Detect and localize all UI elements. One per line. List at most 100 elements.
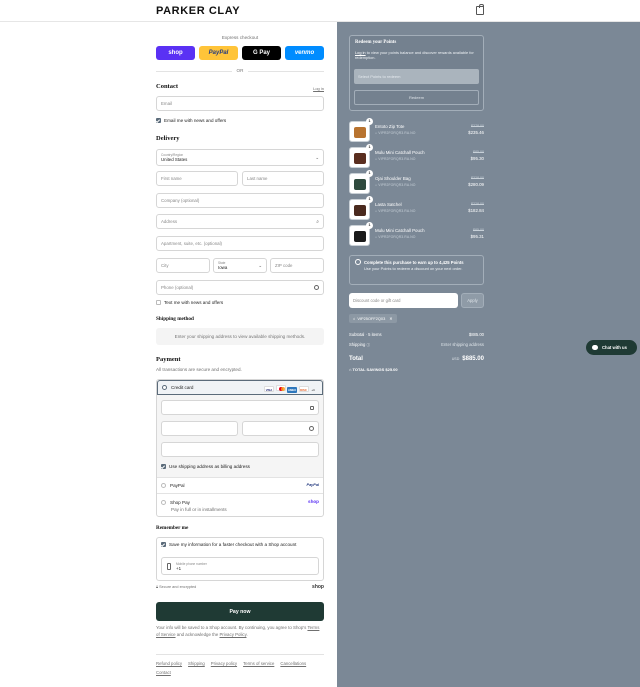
state-select[interactable]: State Iowa ⌄: [213, 258, 267, 273]
quantity-badge: 1: [366, 144, 373, 151]
shop-pay-button[interactable]: shop: [156, 46, 195, 60]
original-price: $328.00: [471, 176, 484, 180]
google-pay-button[interactable]: G Pay: [242, 46, 281, 60]
quantity-badge: 1: [366, 170, 373, 177]
chevron-down-icon: ⌄: [258, 263, 262, 268]
shop-pay-label: Shop Pay: [170, 500, 190, 505]
shop-pay-option[interactable]: Shop Pay Pay in full or in installments …: [157, 493, 323, 516]
checkbox-unchecked-icon[interactable]: [156, 300, 161, 306]
shop-pay-subtitle: Pay in full or in installments: [171, 507, 227, 512]
secure-label: Secure and encrypted: [159, 585, 197, 589]
points-title: Complete this purchase to earn up to 4,4…: [364, 260, 464, 265]
expiration-field[interactable]: [161, 421, 238, 436]
terms-line: Your info will be saved to a Shop accoun…: [156, 625, 307, 630]
remember-title: Remember me: [156, 525, 324, 531]
paypal-option[interactable]: PayPal PayPal: [157, 477, 323, 493]
or-separator: OR: [232, 68, 248, 73]
privacy-link[interactable]: Privacy Policy: [220, 632, 247, 637]
security-code-field[interactable]: [242, 421, 319, 436]
text-news-checkbox[interactable]: Text me with news and offers: [156, 300, 324, 306]
pay-now-button[interactable]: Pay now: [156, 602, 324, 621]
country-select[interactable]: Country/Region United States ⌄: [156, 149, 324, 166]
search-icon: ⌕: [316, 218, 319, 225]
email-news-label: Email me with news and offers: [164, 118, 227, 123]
city-field[interactable]: City: [156, 258, 210, 273]
credit-card-option[interactable]: Credit card VISA AMEX DISC +4: [157, 380, 323, 395]
email-field[interactable]: Email: [156, 96, 324, 111]
save-info-label: Save my information for a faster checkou…: [169, 542, 297, 547]
subtotal-row: Subtotal · 5 items $885.00: [349, 332, 484, 337]
points-icon: [355, 259, 361, 265]
original-price: $85.00: [473, 150, 484, 154]
card-number-field[interactable]: [161, 400, 319, 415]
terms-end: .: [246, 631, 248, 637]
first-name-field[interactable]: First name: [156, 171, 238, 186]
original-price: $85.00: [473, 228, 484, 232]
quantity-badge: 1: [366, 222, 373, 229]
shop-logo: shop: [312, 584, 324, 590]
discount-code-field[interactable]: Discount code or gift card: [349, 293, 458, 308]
tag-icon: ⌂: [375, 235, 378, 239]
payment-subtitle: All transactions are secure and encrypte…: [156, 367, 242, 372]
product-code-text: VIPR2FORQR3.RA.NO: [378, 183, 416, 187]
discounted-price: $280.09: [468, 182, 484, 187]
redeem-button[interactable]: Redeem: [354, 90, 479, 105]
contact-section: Contact Log in: [156, 83, 324, 91]
close-icon[interactable]: ✕: [389, 316, 392, 321]
remember-heading: Remember me: [156, 525, 189, 531]
tag-icon: ⌂: [375, 157, 378, 161]
product-image: [354, 179, 366, 190]
total-value: $885.00: [462, 356, 484, 362]
redeem-points-select[interactable]: Select Points to redeem: [354, 69, 479, 84]
lock-icon: [310, 405, 314, 410]
venmo-button[interactable]: venmo: [285, 46, 324, 60]
paypal-button[interactable]: PayPal: [199, 46, 238, 60]
chat-button[interactable]: Chat with us: [586, 340, 637, 355]
tag-icon: ⌂: [349, 367, 352, 372]
help-icon[interactable]: [314, 285, 319, 290]
radio-unselected-icon[interactable]: [161, 500, 166, 506]
cart-item: 1 Entoto Zip Tote ⌂ VIPR2FORQR3.RA.NO $2…: [349, 118, 484, 143]
credit-card-label: Credit card: [171, 385, 194, 390]
radio-selected-icon[interactable]: [162, 385, 167, 391]
email-news-checkbox[interactable]: Email me with news and offers: [156, 118, 324, 124]
brand-logo[interactable]: PARKER CLAY: [156, 5, 240, 17]
last-name-field[interactable]: Last name: [242, 171, 324, 186]
product-name: Lasta Satchel: [375, 202, 402, 207]
login-link[interactable]: Log in: [313, 86, 324, 91]
apartment-field[interactable]: Apartment, suite, etc. (optional): [156, 236, 324, 251]
cart-item: 1 Ojai Shoulder Bag ⌂ VIPR2FORQR3.RA.NO …: [349, 170, 484, 195]
checkbox-checked-icon[interactable]: [156, 118, 161, 124]
contact-link[interactable]: Contact: [156, 670, 171, 675]
delivery-title: Delivery: [156, 135, 324, 142]
chat-label: Chat with us: [602, 345, 627, 350]
radio-unselected-icon[interactable]: [161, 483, 166, 489]
product-discount-code: ⌂ VIPR2FORQR3.RA.NO: [375, 131, 416, 135]
express-checkout-label: Express checkout: [221, 35, 259, 40]
save-info-checkbox[interactable]: Save my information for a faster checkou…: [161, 542, 297, 548]
address-field[interactable]: Address ⌕: [156, 214, 324, 229]
mobile-phone-field[interactable]: Mobile phone number +1: [161, 557, 319, 575]
product-code-text: VIPR2FORQR3.RA.NO: [378, 235, 416, 239]
total-label: Total: [349, 356, 363, 362]
checkbox-checked-icon[interactable]: [161, 542, 166, 548]
privacy-policy-link[interactable]: Privacy policy: [211, 661, 237, 666]
product-name: Entoto Zip Tote: [375, 124, 405, 129]
mastercard-icon: [275, 385, 286, 391]
name-on-card-field[interactable]: [161, 442, 319, 457]
cancellations-link[interactable]: Cancellations: [280, 661, 306, 666]
zip-field[interactable]: ZIP code: [270, 258, 324, 273]
billing-label: Use shipping address as billing address: [169, 464, 250, 469]
shipping-title: Shipping method: [156, 316, 324, 322]
help-icon[interactable]: [309, 426, 314, 431]
info-icon[interactable]: ⓘ: [366, 343, 370, 347]
billing-address-checkbox[interactable]: Use shipping address as billing address: [161, 464, 250, 470]
shopping-bag-icon[interactable]: [476, 4, 484, 15]
shipping-link[interactable]: Shipping: [188, 661, 205, 666]
terms-of-service-link[interactable]: Terms of service: [243, 661, 274, 666]
company-field[interactable]: Company (optional): [156, 193, 324, 208]
apply-button[interactable]: Apply: [461, 293, 484, 308]
checkbox-checked-icon[interactable]: [161, 464, 166, 470]
phone-field[interactable]: Phone (optional): [156, 280, 324, 295]
refund-policy-link[interactable]: Refund policy: [156, 661, 182, 666]
